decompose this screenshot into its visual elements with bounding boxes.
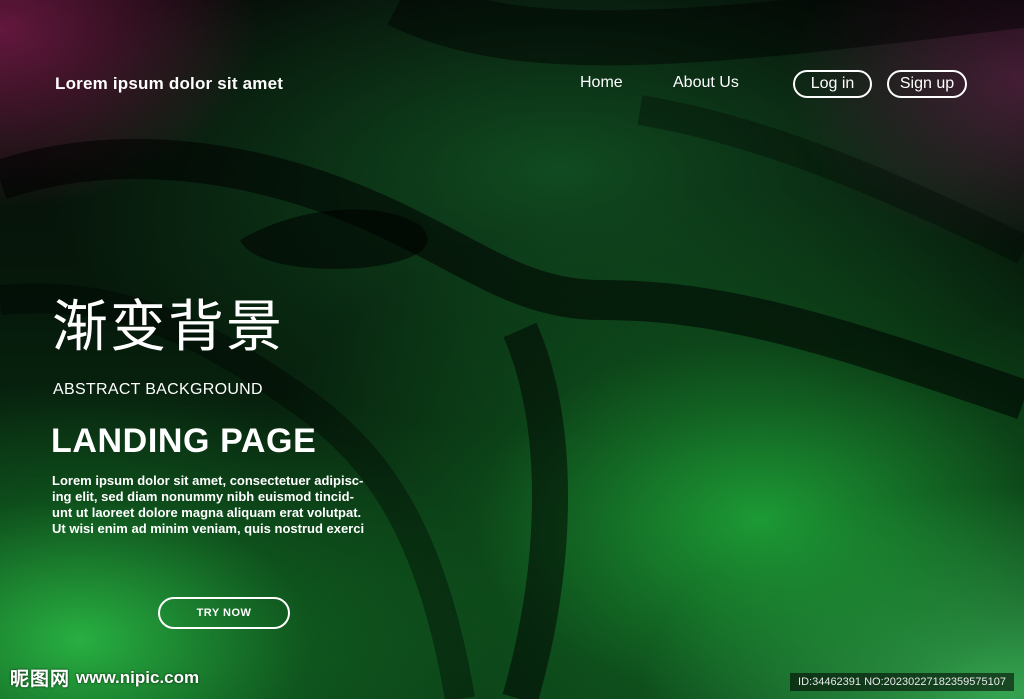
hero-title: LANDING PAGE bbox=[51, 422, 317, 460]
hero-body-line: ing elit, sed diam nonummy nibh euismod … bbox=[52, 489, 354, 504]
login-button[interactable]: Log in bbox=[793, 70, 872, 98]
watermark-logo: 昵图网 www.nipic.com bbox=[10, 664, 199, 691]
try-now-button[interactable]: TRY NOW bbox=[158, 597, 290, 629]
nav-link-about-us[interactable]: About Us bbox=[673, 74, 739, 92]
watermark-site-name: 昵图网 bbox=[10, 669, 71, 690]
hero-chinese-title: 渐变背景 bbox=[52, 295, 284, 360]
hero-body-line: Lorem ipsum dolor sit amet, consectetuer… bbox=[52, 473, 364, 488]
hero-body-line: unt ut laoreet dolore magna aliquam erat… bbox=[52, 505, 362, 520]
watermark-id: ID:34462391 NO:20230227182359575107 bbox=[790, 673, 1014, 691]
hero-body-text: Lorem ipsum dolor sit amet, consectetuer… bbox=[52, 473, 402, 537]
site-brand[interactable]: Lorem ipsum dolor sit amet bbox=[55, 74, 283, 94]
watermark-site-url: www.nipic.com bbox=[76, 667, 200, 687]
nav-link-home[interactable]: Home bbox=[580, 74, 623, 92]
hero-body-line: Ut wisi enim ad minim veniam, quis nostr… bbox=[52, 521, 365, 536]
signup-button[interactable]: Sign up bbox=[887, 70, 967, 98]
hero-subtitle: ABSTRACT BACKGROUND bbox=[53, 381, 263, 398]
